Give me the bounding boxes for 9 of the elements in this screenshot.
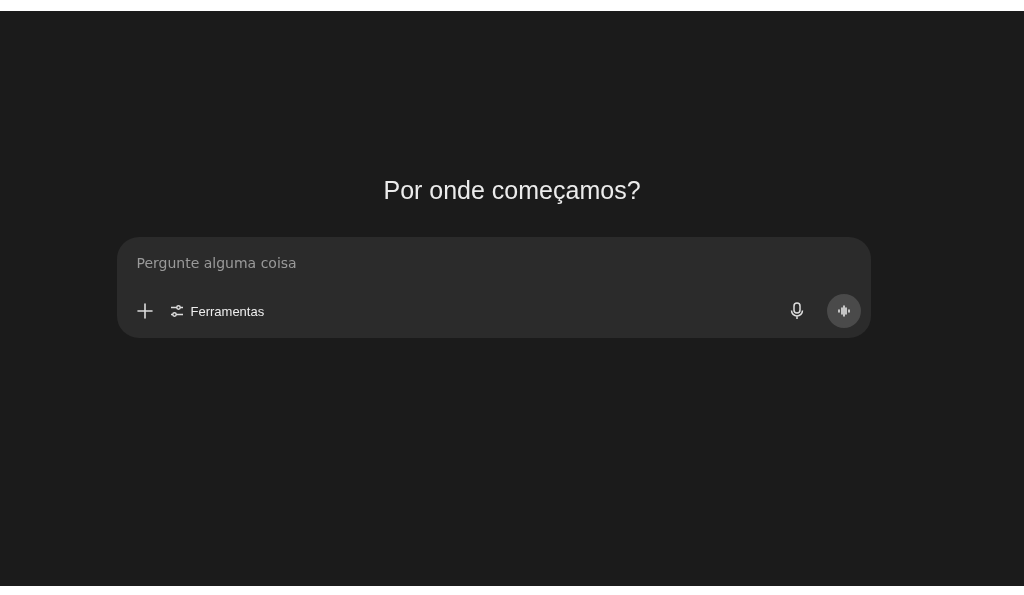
- sound-wave-icon: [836, 304, 851, 318]
- prompt-input[interactable]: Pergunte alguma coisa: [134, 251, 539, 275]
- sliders-icon: [168, 303, 185, 319]
- heading: Por onde começamos?: [383, 176, 641, 205]
- tools-button[interactable]: Ferramentas: [164, 301, 269, 321]
- microphone-icon: [788, 302, 805, 320]
- add-button[interactable]: [134, 301, 155, 321]
- plus-icon: [136, 303, 153, 319]
- voice-mode-button[interactable]: [826, 294, 861, 328]
